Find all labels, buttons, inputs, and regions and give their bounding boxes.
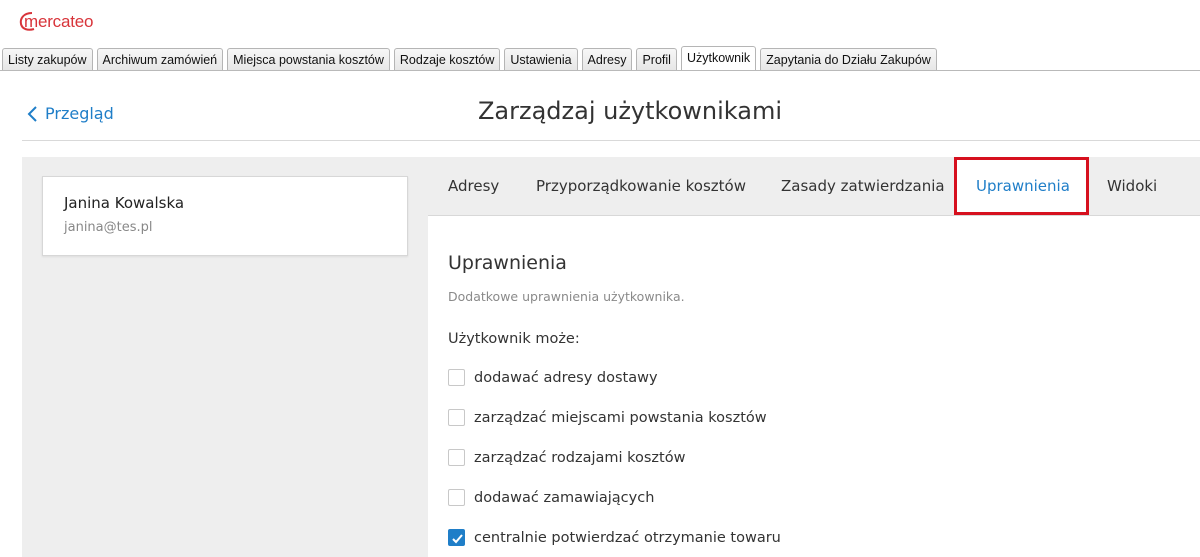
- active-tab-highlight: Uprawnienia: [954, 157, 1089, 215]
- logo-text: mercateo: [24, 12, 94, 31]
- subtab-uprawnienia[interactable]: Uprawnienia: [976, 177, 1070, 195]
- checkbox[interactable]: [448, 369, 465, 386]
- tab-adresy[interactable]: Adresy: [581, 48, 633, 71]
- permission-confirm-goods-receipt[interactable]: centralnie potwierdzać otrzymanie towaru: [448, 529, 781, 546]
- permission-label: dodawać adresy dostawy: [474, 369, 658, 386]
- section-description: Dodatkowe uprawnienia użytkownika.: [448, 289, 685, 304]
- checkmark-icon: [452, 534, 463, 544]
- tab-profil[interactable]: Profil: [636, 48, 677, 71]
- tab-uzytkownik[interactable]: Użytkownik: [680, 46, 757, 71]
- tab-listy-zakupow[interactable]: Listy zakupów: [2, 48, 93, 71]
- header-divider: [22, 140, 1200, 141]
- section-title: Uprawnienia: [448, 252, 567, 274]
- permission-label: zarządzać miejscami powstania kosztów: [474, 409, 767, 426]
- tab-miejsca-powstania-kosztow[interactable]: Miejsca powstania kosztów: [227, 48, 390, 71]
- subtab-zasady-zatwierdzania[interactable]: Zasady zatwierdzania: [781, 177, 945, 195]
- tab-ustawienia[interactable]: Ustawienia: [504, 48, 578, 71]
- checkbox-checked[interactable]: [448, 529, 465, 546]
- mercateo-logo[interactable]: mercateo: [18, 9, 93, 35]
- permission-add-requesters[interactable]: dodawać zamawiających: [448, 489, 654, 506]
- tab-zapytania[interactable]: Zapytania do Działu Zakupów: [760, 48, 937, 71]
- user-name: Janina Kowalska: [64, 194, 185, 212]
- tab-archiwum-zamowien[interactable]: Archiwum zamówień: [96, 48, 224, 71]
- subtab-przyporzadkowanie-kosztow[interactable]: Przyporządkowanie kosztów: [536, 177, 746, 195]
- user-list-panel: Janina Kowalska janina@tes.pl: [22, 157, 428, 557]
- subtab-adresy[interactable]: Adresy: [448, 177, 499, 195]
- checkbox[interactable]: [448, 449, 465, 466]
- chevron-left-icon: [27, 105, 37, 122]
- permission-label: zarządzać rodzajami kosztów: [474, 449, 686, 466]
- permissions-section: Uprawnienia Dodatkowe uprawnienia użytko…: [428, 216, 1200, 557]
- back-link-label: Przegląd: [45, 104, 114, 123]
- main-tab-bar: Listy zakupów Archiwum zamówień Miejsca …: [2, 46, 941, 71]
- user-email: janina@tes.pl: [64, 220, 153, 235]
- permission-label: dodawać zamawiających: [474, 489, 655, 506]
- permission-manage-cost-types[interactable]: zarządzać rodzajami kosztów: [448, 449, 685, 466]
- back-link[interactable]: Przegląd: [26, 104, 114, 123]
- permissions-intro: Użytkownik może:: [448, 331, 580, 347]
- permission-label: centralnie potwierdzać otrzymanie towaru: [474, 529, 781, 546]
- page-title: Zarządzaj użytkownikami: [477, 97, 783, 125]
- tab-bar-divider: [0, 70, 1200, 71]
- permission-add-delivery-addresses[interactable]: dodawać adresy dostawy: [448, 369, 658, 386]
- tab-rodzaje-kosztow[interactable]: Rodzaje kosztów: [393, 48, 501, 71]
- checkbox[interactable]: [448, 489, 465, 506]
- user-card[interactable]: Janina Kowalska janina@tes.pl: [42, 176, 408, 256]
- permission-manage-cost-centers[interactable]: zarządzać miejscami powstania kosztów: [448, 409, 767, 426]
- checkbox[interactable]: [448, 409, 465, 426]
- subtab-widoki[interactable]: Widoki: [1107, 177, 1157, 195]
